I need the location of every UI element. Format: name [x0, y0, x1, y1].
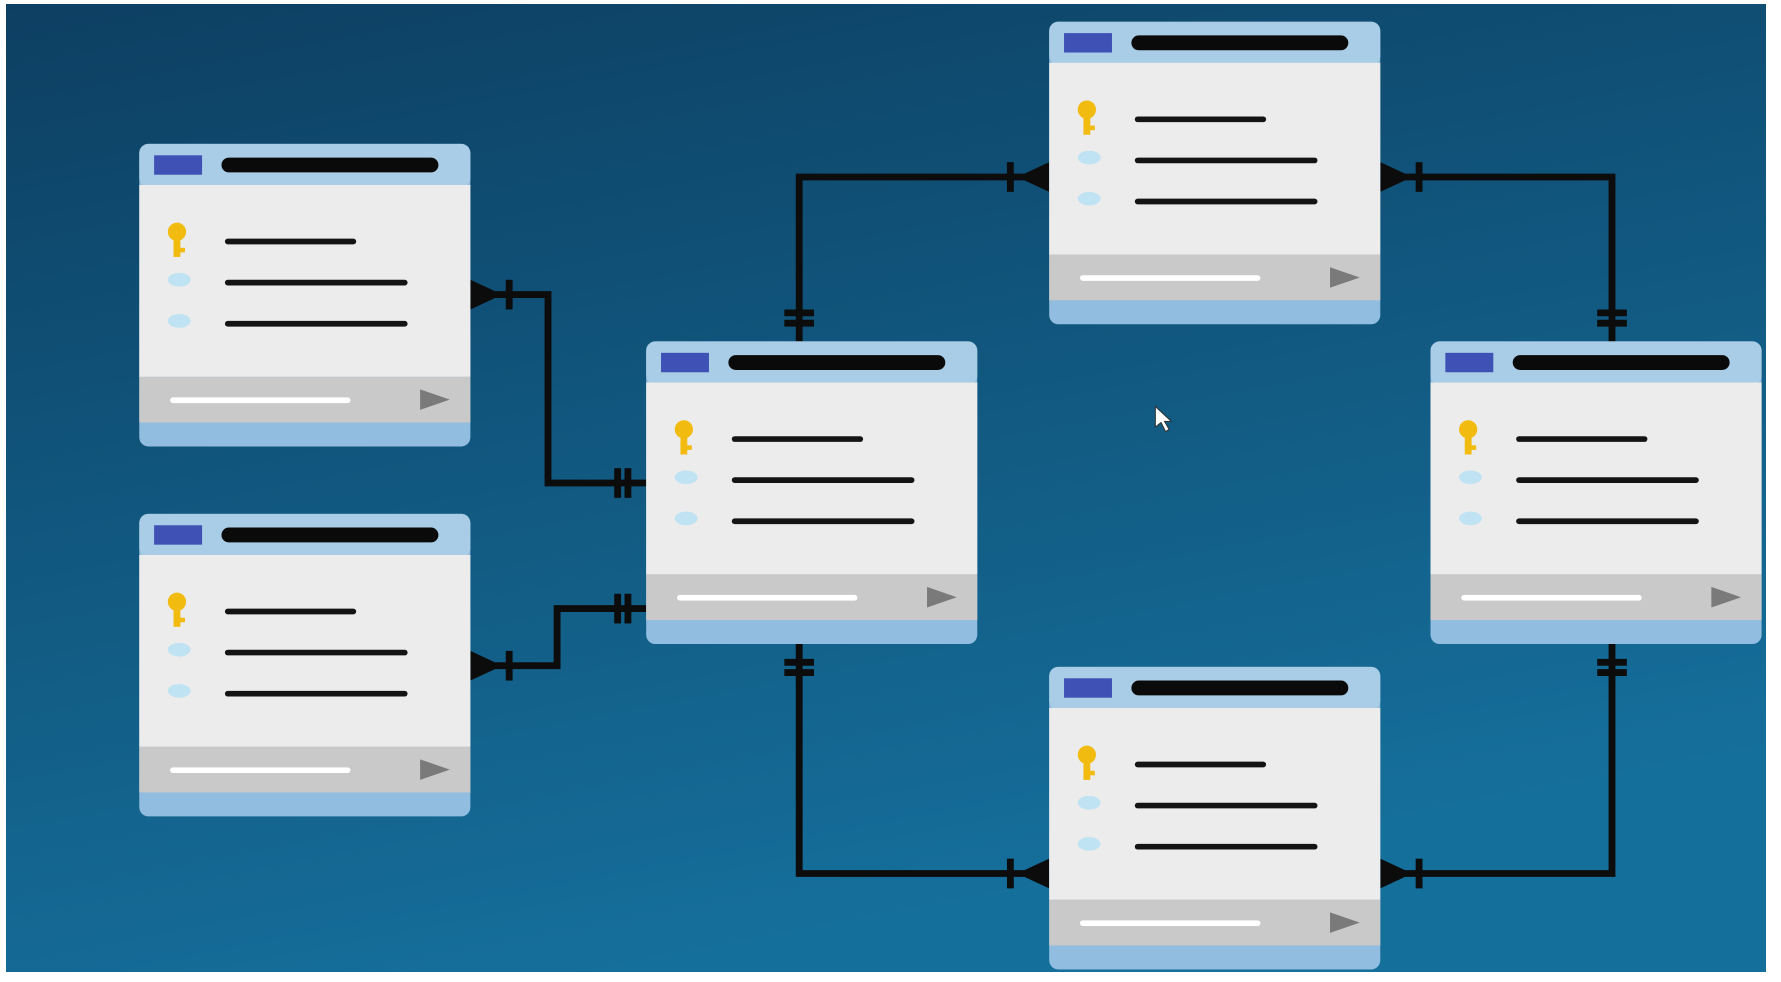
entity-bottom-middle	[1049, 666, 1381, 970]
card-header-square	[1445, 352, 1494, 373]
field-line	[224, 279, 408, 286]
entity-top-middle	[1049, 21, 1381, 325]
er-diagram-canvas	[0, 0, 1781, 982]
field-line	[1134, 843, 1318, 850]
field-line	[224, 649, 408, 656]
toolbar-line	[1461, 594, 1642, 601]
entity-right	[1430, 341, 1762, 645]
field-line	[1134, 802, 1318, 809]
field-dot-icon	[674, 511, 698, 526]
card-header-square	[1064, 678, 1112, 698]
field-dot-icon	[1077, 191, 1101, 206]
toolbar-line	[677, 594, 858, 601]
field-dot-icon	[1077, 150, 1101, 165]
field-line	[224, 320, 408, 327]
card-title-bar	[1512, 355, 1730, 370]
primary-key-field-line	[224, 608, 357, 615]
toolbar-line	[1080, 920, 1261, 927]
entity-bottom-left	[139, 513, 471, 817]
er-diagram	[0, 0, 1781, 982]
field-line	[731, 518, 915, 525]
field-dot-icon	[1077, 836, 1101, 851]
card-title-bar	[1131, 680, 1349, 696]
field-dot-icon	[1459, 511, 1482, 526]
card-title-bar	[728, 355, 946, 370]
card-title-bar	[221, 157, 439, 173]
primary-key-field-line	[224, 238, 357, 245]
primary-key-field-line	[1134, 761, 1267, 768]
card-header-square	[154, 155, 203, 175]
field-line	[224, 690, 408, 697]
primary-key-field-line	[731, 436, 864, 442]
primary-key-field-line	[1134, 116, 1267, 123]
field-dot-icon	[167, 642, 191, 657]
card-header-square	[661, 352, 709, 373]
toolbar-line	[170, 397, 351, 404]
card-title-bar	[221, 527, 439, 543]
card-title-bar	[1131, 35, 1349, 51]
field-line	[731, 477, 915, 484]
field-dot-icon	[167, 272, 191, 287]
field-line	[1516, 518, 1699, 525]
field-dot-icon	[674, 470, 698, 485]
primary-key-field-line	[1516, 436, 1648, 442]
field-line	[1134, 157, 1318, 164]
field-line	[1516, 477, 1699, 484]
field-line	[1134, 198, 1318, 205]
field-dot-icon	[167, 314, 191, 328]
entity-top-left	[139, 143, 471, 447]
toolbar-line	[170, 767, 351, 774]
card-header-square	[1064, 33, 1112, 53]
entity-center	[646, 341, 978, 645]
field-dot-icon	[1459, 470, 1482, 485]
field-dot-icon	[1077, 795, 1101, 810]
card-header-square	[154, 525, 203, 545]
field-dot-icon	[167, 683, 191, 698]
toolbar-line	[1080, 275, 1261, 281]
